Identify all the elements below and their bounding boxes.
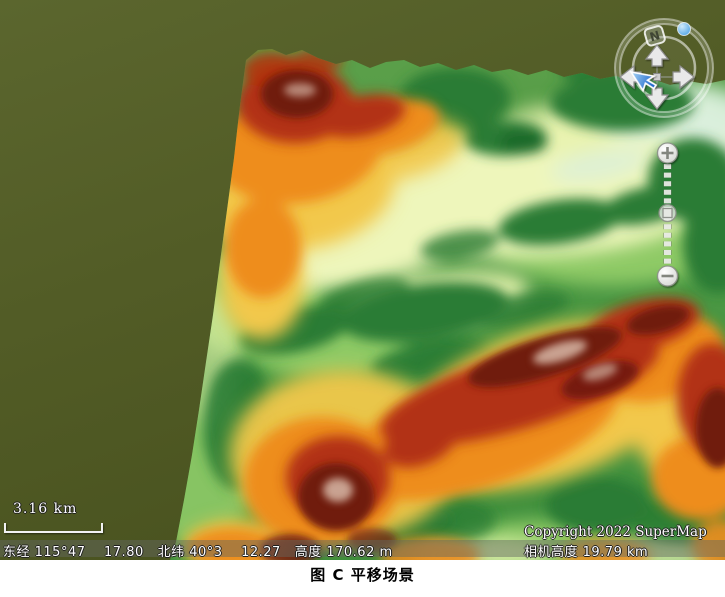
pan-center-knob[interactable] <box>654 74 661 81</box>
zoom-slider-handle[interactable] <box>659 205 676 222</box>
terrain-map[interactable]: N <box>0 0 725 560</box>
scalebar-label: 3.16 km <box>13 501 77 517</box>
caption-strip: 图 C 平移场景 <box>0 560 725 597</box>
scene-viewport[interactable]: N <box>0 0 725 560</box>
compass-north-button[interactable]: N <box>644 25 666 46</box>
scalebar-ruler <box>5 523 102 532</box>
copyright-text: Copyright 2022 SuperMap <box>524 524 707 540</box>
status-camera-height: 相机高度 19.79 km <box>524 541 648 560</box>
compass-heading-dot[interactable] <box>678 23 691 36</box>
figure-caption: 图 C 平移场景 <box>310 564 414 585</box>
supermap-scene-window: N <box>0 0 725 597</box>
status-coordinates: 东经 115°47 17.80 北纬 40°3 12.27 高度 170.62 … <box>3 541 393 560</box>
